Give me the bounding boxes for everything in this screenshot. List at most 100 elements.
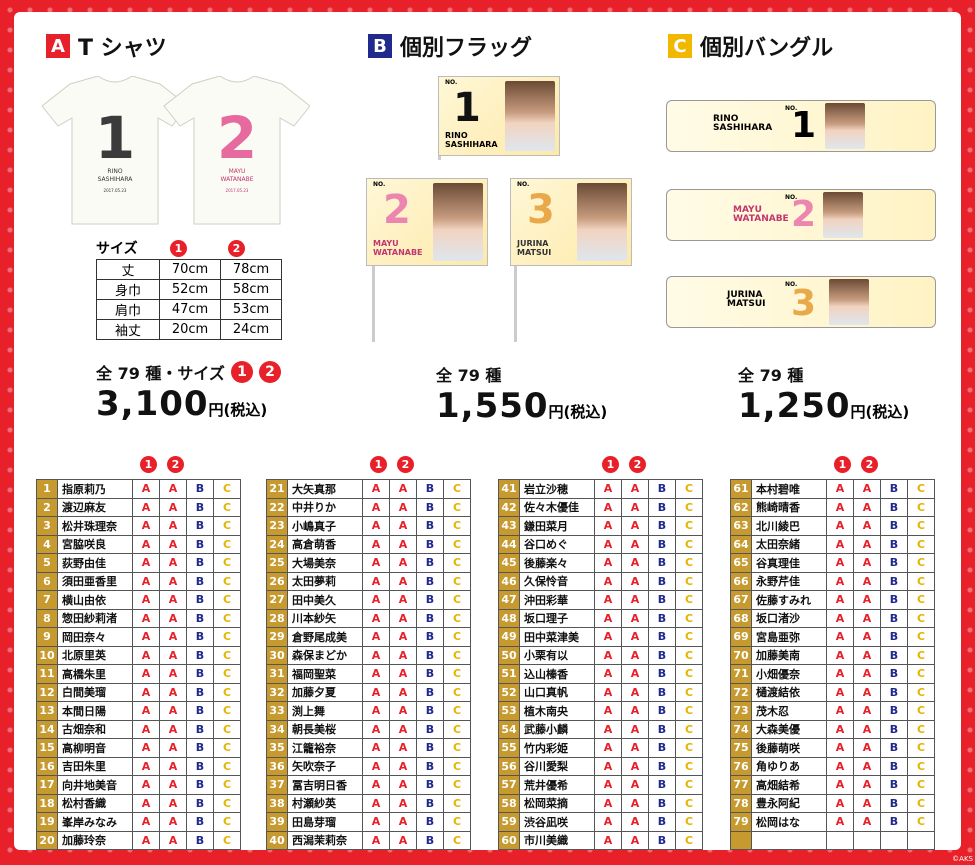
member-name: 高畑結希 — [751, 775, 827, 795]
table-row: 17 向井地美音 A A B C — [36, 775, 241, 795]
member-name: 太田奈緒 — [751, 534, 827, 554]
member-number: 6 — [36, 571, 58, 591]
member-name: 豊永阿紀 — [751, 793, 827, 813]
member-name: 江籠裕奈 — [287, 738, 363, 758]
table-row: 18 松村香織 A A B C — [36, 793, 241, 813]
item-b-cell: B — [880, 571, 908, 591]
item-c-cell: C — [675, 701, 703, 721]
item-a-cell: A — [159, 534, 187, 554]
item-a-cell: A — [159, 756, 187, 776]
item-c-cell: C — [907, 553, 935, 573]
item-c-cell: C — [907, 645, 935, 665]
item-c-cell: C — [443, 682, 471, 702]
item-a-cell: A — [132, 738, 160, 758]
item-a-cell: A — [853, 701, 881, 721]
table-row: 8 惣田紗莉渚 A A B C — [36, 608, 241, 628]
item-b-cell: B — [648, 738, 676, 758]
item-c-cell: C — [675, 608, 703, 628]
table-row: 28 川本紗矢 A A B C — [266, 608, 471, 628]
item-a-cell: A — [621, 479, 649, 499]
member-name: 本村碧唯 — [751, 479, 827, 499]
bangle-3: NO. JURINA MATSUI 3 — [666, 276, 936, 328]
item-c-cell: C — [213, 701, 241, 721]
item-b-cell: B — [880, 608, 908, 628]
bangle-3-number: 3 — [791, 283, 817, 324]
member-name: 岩立沙穂 — [519, 479, 595, 499]
size-cell-s1: 70cm — [159, 259, 221, 280]
item-c-cell: C — [443, 534, 471, 554]
item-a-cell: A — [389, 553, 417, 573]
item-b-cell: B — [186, 738, 214, 758]
member-name: 佐藤すみれ — [751, 590, 827, 610]
table-row: 74 大森美優 A A B C — [730, 719, 935, 739]
item-c-cell: C — [213, 571, 241, 591]
item-b-cell: B — [648, 793, 676, 813]
table-row: 29 倉野尾成美 A A B C — [266, 627, 471, 647]
section-c-title: 個別バングル — [700, 36, 834, 61]
member-number: 11 — [36, 664, 58, 684]
item-a-cell: A — [389, 571, 417, 591]
member-name: 谷川愛梨 — [519, 756, 595, 776]
item-a-cell: A — [826, 516, 854, 536]
item-b-cell: B — [416, 812, 444, 832]
bangle-1-name2: SASHIHARA — [713, 123, 773, 133]
flag-1: NO. 1 RINO SASHIHARA — [438, 76, 560, 156]
item-a-cell: A — [621, 590, 649, 610]
member-number: 37 — [266, 775, 288, 795]
flag-2-photo — [433, 183, 483, 261]
item-a-cell: A — [594, 830, 622, 850]
member-number: 61 — [730, 479, 752, 499]
size-row: 身巾 52cm 58cm — [96, 279, 282, 300]
item-a-cell: A — [826, 738, 854, 758]
member-number: 57 — [498, 775, 520, 795]
member-number: 63 — [730, 516, 752, 536]
item-c-cell: C — [907, 738, 935, 758]
item-b-cell: B — [880, 682, 908, 702]
item-b-cell: B — [648, 701, 676, 721]
member-number: 48 — [498, 608, 520, 628]
table-row: 36 矢吹奈子 A A B C — [266, 756, 471, 776]
item-b-cell: B — [416, 590, 444, 610]
item-a-cell: A — [132, 516, 160, 536]
item-a-cell: A — [389, 701, 417, 721]
table-row: 56 谷川愛梨 A A B C — [498, 756, 703, 776]
item-b-cell: B — [186, 479, 214, 499]
item-a-cell: A — [826, 645, 854, 665]
table-row: 19 峯岸みなみ A A B C — [36, 812, 241, 832]
member-number: 58 — [498, 793, 520, 813]
item-c-cell: C — [443, 608, 471, 628]
item-b-cell: B — [186, 590, 214, 610]
item-a-cell: A — [621, 553, 649, 573]
item-c-cell: C — [443, 497, 471, 517]
table-row: 1 指原莉乃 A A B C — [36, 479, 241, 499]
member-name: 後藤楽々 — [519, 553, 595, 573]
item-b-cell: B — [416, 793, 444, 813]
item-c-cell: C — [213, 830, 241, 850]
member-number: 72 — [730, 682, 752, 702]
item-a-cell: A — [132, 775, 160, 795]
item-a-cell: A — [159, 812, 187, 832]
item-a-cell: A — [853, 497, 881, 517]
member-number: 75 — [730, 738, 752, 758]
table-row: 55 竹内彩姫 A A B C — [498, 738, 703, 758]
member-number: 3 — [36, 516, 58, 536]
member-name: 朝長美桜 — [287, 719, 363, 739]
flag-2-name1: MAYU — [373, 239, 399, 248]
size-row: 丈 70cm 78cm — [96, 259, 282, 280]
member-number: 41 — [498, 479, 520, 499]
table-row: 37 冨吉明日香 A A B C — [266, 775, 471, 795]
member-number: 4 — [36, 534, 58, 554]
table-row: 13 本間日陽 A A B C — [36, 701, 241, 721]
bangle-3-photo — [829, 279, 869, 325]
member-number: 79 — [730, 812, 752, 832]
item-c-cell: C — [213, 793, 241, 813]
item-a-cell: A — [389, 497, 417, 517]
item-c-cell: C — [213, 738, 241, 758]
price-c-unit: 円(税込) — [850, 403, 910, 421]
table-row: 58 松岡菜摘 A A B C — [498, 793, 703, 813]
member-number: 40 — [266, 830, 288, 850]
member-name: 倉野尾成美 — [287, 627, 363, 647]
tshirt-2-number: 2 — [217, 104, 257, 172]
member-name: 中井りか — [287, 497, 363, 517]
item-c-cell: C — [213, 664, 241, 684]
